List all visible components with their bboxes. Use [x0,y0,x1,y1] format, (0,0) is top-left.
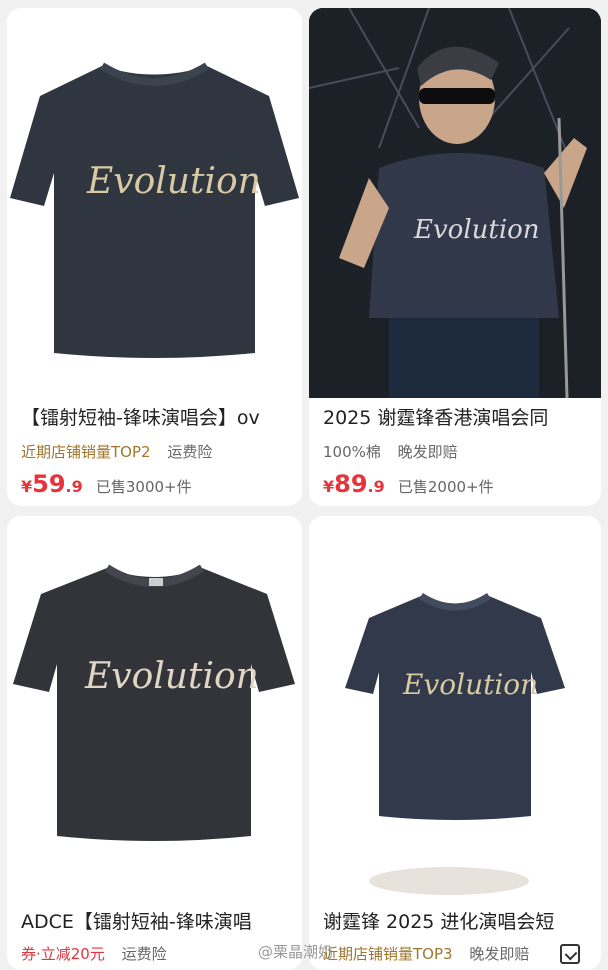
product-tags: 100%棉 晚发即赔 [323,442,593,462]
product-card-1[interactable]: Evolution 【镭射短袖-锋味演唱会】ov 近期店铺销量TOP2 运费险 … [7,8,302,506]
late-ship-compensation-tag: 晚发即赔 [397,443,458,461]
late-ship-compensation-tag: 晚发即赔 [469,945,530,963]
t-shirt-icon: Evolution [309,516,601,904]
svg-text:Evolution: Evolution [413,215,540,245]
coupon-tag: 券·立减20元 [21,945,105,963]
shipping-insurance-tag: 运费险 [121,945,167,963]
rank-tag: 近期店铺销量TOP3 [323,945,453,963]
t-shirt-icon: Evolution [7,8,302,398]
edit-note-icon[interactable] [560,944,580,964]
product-title[interactable]: 谢霆锋 2025 进化演唱会短 [323,910,593,934]
product-title[interactable]: 【镭射短袖-锋味演唱会】ov [21,406,294,430]
t-shirt-icon: Evolution [7,516,302,904]
svg-text:Evolution: Evolution [402,668,538,701]
price-integer: 89 [334,470,368,498]
product-image-3[interactable]: Evolution [7,516,302,904]
product-grid: Evolution 【镭射短袖-锋味演唱会】ov 近期店铺销量TOP2 运费险 … [0,0,608,970]
product-title[interactable]: ADCE【镭射短袖-锋味演唱 [21,910,294,934]
price-decimal: .9 [65,477,83,496]
sold-count: 已售2000+件 [397,478,494,496]
sold-count: 已售3000+件 [95,478,192,496]
svg-text:Evolution: Evolution [86,161,261,202]
product-image-1[interactable]: Evolution [7,8,302,398]
rank-tag: 近期店铺销量TOP2 [21,443,151,461]
price-currency: ¥ [21,477,33,496]
weibo-watermark: @栗晶潮奶 [258,943,334,961]
product-image-2[interactable]: Evolution [309,8,601,398]
product-tags: 券·立减20元 运费险 [21,944,294,964]
price-integer: 59 [32,470,66,498]
singer-icon: Evolution [309,8,601,398]
price-decimal: .9 [367,477,385,496]
product-card-4[interactable]: Evolution 谢霆锋 2025 进化演唱会短 近期店铺销量TOP3 晚发即… [309,516,601,970]
material-tag: 100%棉 [323,443,381,461]
price-row: ¥89.9 已售2000+件 [323,470,494,498]
product-tags: 近期店铺销量TOP2 运费险 [21,442,294,462]
shipping-insurance-tag: 运费险 [167,443,213,461]
product-card-3[interactable]: Evolution ADCE【镭射短袖-锋味演唱 券·立减20元 运费险 [7,516,302,970]
product-title[interactable]: 2025 谢霆锋香港演唱会同 [323,406,593,430]
price-currency: ¥ [323,477,335,496]
svg-text:Evolution: Evolution [84,656,259,697]
product-tags: 近期店铺销量TOP3 晚发即赔 [323,944,593,964]
product-image-4[interactable]: Evolution [309,516,601,904]
price-row: ¥59.9 已售3000+件 [21,470,192,498]
product-card-2[interactable]: Evolution 2025 谢霆锋香港演唱会同 100%棉 晚发即赔 ¥89.… [309,8,601,506]
